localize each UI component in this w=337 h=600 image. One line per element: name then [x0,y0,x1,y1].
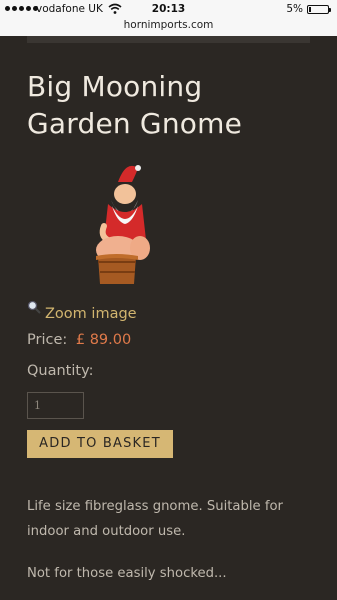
title-line-1: Big Mooning [27,70,203,103]
price-value: £ 89.00 [75,332,132,348]
zoom-image-label: Zoom image [45,306,137,322]
battery-icon [307,5,331,14]
product-image[interactable] [78,160,168,290]
product-description-note: Not for those easily shocked... [27,566,227,581]
quantity-label: Quantity: [27,363,94,379]
title-line-2: Garden Gnome [27,107,242,140]
status-row: vodafone UK 20:13 5% [0,0,337,18]
status-bar: vodafone UK 20:13 5% hornimports.com [0,0,337,36]
address-bar[interactable]: hornimports.com [0,18,337,32]
magnifier-icon [27,300,41,314]
quantity-input[interactable] [27,392,84,419]
price-label: Price: [27,332,68,348]
add-to-basket-button[interactable]: ADD TO BASKET [27,430,173,458]
battery-percent: 5% [286,3,303,15]
site-header-bar [27,36,310,43]
zoom-image-link[interactable]: Zoom image [27,298,137,322]
price-row: Price: £ 89.00 [27,332,131,348]
product-description: Life size fibreglass gnome. Suitable for… [27,499,283,539]
page-title: Big Mooning Garden Gnome [27,68,327,142]
